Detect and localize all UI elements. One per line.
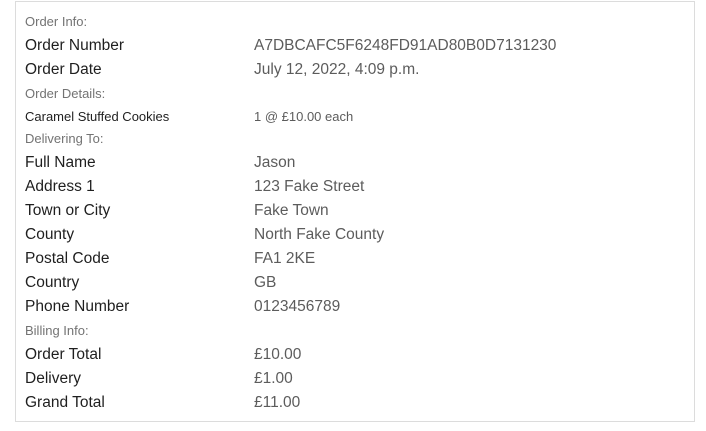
phone-number-label: Phone Number	[25, 298, 130, 315]
order-date-value: July 12, 2022, 4:09 p.m.	[254, 61, 420, 78]
full-name-label: Full Name	[25, 154, 96, 171]
phone-number-value: 0123456789	[254, 298, 341, 315]
postal-code-value: FA1 2KE	[254, 250, 316, 267]
billing-info-heading: Billing Info:	[25, 323, 89, 338]
order-item-name: Caramel Stuffed Cookies	[25, 109, 170, 124]
country-label: Country	[25, 274, 80, 291]
order-date-label: Order Date	[25, 61, 102, 78]
postal-code-label: Postal Code	[25, 250, 110, 267]
county-label: County	[25, 226, 75, 243]
country-value: GB	[254, 274, 277, 291]
grand-total-label: Grand Total	[25, 394, 105, 411]
delivery-label: Delivery	[25, 370, 81, 387]
order-number-value: A7DBCAFC5F6248FD91AD80B0D7131230	[254, 37, 557, 54]
town-or-city-label: Town or City	[25, 202, 111, 219]
town-or-city-value: Fake Town	[254, 202, 329, 219]
order-item-quantity-price: 1 @ £10.00 each	[254, 109, 354, 124]
order-number-label: Order Number	[25, 37, 125, 54]
address-1-value: 123 Fake Street	[254, 178, 365, 195]
order-info-heading: Order Info:	[25, 14, 88, 29]
delivering-to-heading: Delivering To:	[25, 131, 104, 146]
grand-total-value: £11.00	[254, 394, 301, 411]
address-1-label: Address 1	[25, 178, 95, 195]
order-summary-card: Order Info: Order Number A7DBCAFC5F6248F…	[15, 1, 695, 422]
county-value: North Fake County	[254, 226, 385, 243]
order-total-label: Order Total	[25, 346, 102, 363]
delivery-value: £1.00	[254, 370, 293, 387]
full-name-value: Jason	[254, 154, 296, 171]
order-details-heading: Order Details:	[25, 86, 106, 101]
order-total-value: £10.00	[254, 346, 302, 363]
